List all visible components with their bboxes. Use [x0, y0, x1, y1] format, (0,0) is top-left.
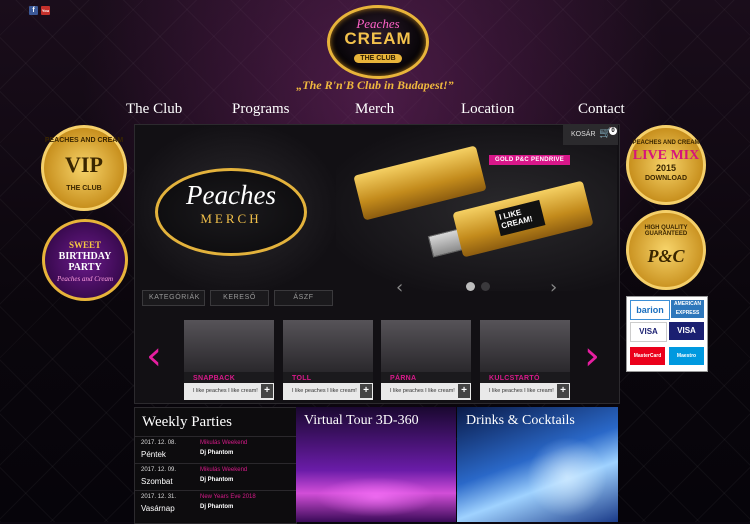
product-name: SNAPBACK	[193, 375, 236, 382]
live-mix-year: 2015	[655, 163, 677, 173]
live-mix-badge[interactable]: PEACHES AND CREAM LIVE MIX 2015 DOWNLOAD	[626, 125, 706, 205]
youtube-icon[interactable]: You	[41, 6, 50, 15]
event-date: 2017. 12. 08.	[141, 440, 177, 446]
slider-next-arrow[interactable]: ›	[550, 277, 557, 298]
vip-badge[interactable]: PEACHES AND CREAM VIP THE CLUB	[41, 125, 127, 211]
main-nav: The Club Programs Merch Location Contact	[0, 101, 750, 121]
merch-tabs: KATEGÓRIÁK KERESŐ ÁSZF	[142, 290, 333, 306]
product-card[interactable]: TOLL I like peaches I like cream! +	[283, 320, 373, 400]
carousel-next-arrow[interactable]: ›	[584, 336, 600, 376]
live-mix-top: PEACHES AND CREAM	[632, 140, 700, 146]
quality-top: HIGH QUALITY GUARANTEED	[644, 225, 688, 237]
event-day: Szombat	[141, 477, 173, 486]
cart-button[interactable]: KOSÁR 🛒 0	[563, 124, 618, 145]
vip-badge-top: PEACHES AND CREAM	[44, 137, 124, 144]
event-name[interactable]: Mikulás Weekend	[200, 467, 247, 473]
event-row[interactable]: 2017. 12. 08. Péntek Mikulás Weekend Dj …	[135, 436, 296, 463]
tour-title: Virtual Tour 3D-360	[304, 413, 419, 428]
product-name: PÁRNA	[390, 375, 417, 382]
quality-main: P&C	[647, 246, 685, 266]
add-to-cart-button[interactable]: +	[458, 384, 470, 398]
product-name: TOLL	[292, 375, 312, 382]
tab-terms[interactable]: ÁSZF	[274, 290, 333, 306]
vip-badge-bottom: THE CLUB	[66, 185, 102, 192]
nav-programs[interactable]: Programs	[232, 101, 290, 118]
nav-contact[interactable]: Contact	[578, 101, 625, 118]
payment-logos: barion AMERICAN EXPRESS VISA VISA Master…	[626, 296, 708, 372]
facebook-icon[interactable]: f	[29, 6, 38, 15]
drinks-panel[interactable]: Drinks & Cocktails	[457, 407, 618, 522]
add-to-cart-button[interactable]: +	[557, 384, 569, 398]
barion-logo: barion	[630, 300, 670, 320]
live-mix-bottom: DOWNLOAD	[645, 175, 687, 182]
event-date: 2017. 12. 31.	[141, 494, 177, 500]
weekly-title: Weekly Parties	[142, 414, 233, 430]
event-name[interactable]: New Years Eve 2018	[200, 494, 256, 500]
keychain-image	[480, 320, 570, 372]
birthday-party-badge[interactable]: SWEET BIRTHDAY PARTY Peaches and Cream	[42, 219, 128, 301]
product-card[interactable]: KULCSTARTÓ I like peaches I like cream! …	[480, 320, 570, 400]
nav-the-club[interactable]: The Club	[126, 101, 182, 118]
event-date: 2017. 12. 09.	[141, 467, 177, 473]
product-card[interactable]: SNAPBACK I like peaches I like cream! +	[184, 320, 274, 400]
product-tag: GOLD P&C PENDRIVE	[489, 155, 571, 165]
nav-location[interactable]: Location	[461, 101, 514, 118]
birthday-line1: SWEET	[68, 240, 101, 250]
nav-merch[interactable]: Merch	[355, 101, 394, 118]
event-dj: Dj Phantom	[200, 450, 234, 456]
slider-prev-arrow[interactable]: ‹	[396, 277, 403, 298]
logo-line2: CREAM	[344, 29, 412, 48]
social-links: f You	[29, 6, 50, 15]
snapback-image	[184, 320, 274, 372]
event-day: Péntek	[141, 450, 166, 459]
product-card[interactable]: PÁRNA I like peaches I like cream! +	[381, 320, 471, 400]
slider-dot[interactable]	[481, 282, 490, 291]
merch-logo-sub: MERCH	[200, 211, 262, 226]
visa-logo: VISA	[630, 322, 667, 342]
weekly-parties-panel: Weekly Parties 2017. 12. 08. Péntek Miku…	[134, 407, 297, 524]
add-to-cart-button[interactable]: +	[261, 384, 273, 398]
drinks-title: Drinks & Cocktails	[466, 413, 575, 428]
visa-electron-logo: VISA	[669, 322, 704, 340]
mastercard-logo: MasterCard	[630, 347, 665, 365]
tab-search[interactable]: KERESŐ	[210, 290, 269, 306]
tab-categories[interactable]: KATEGÓRIÁK	[142, 290, 205, 306]
pillow-image	[381, 320, 471, 372]
virtual-tour-panel[interactable]: Virtual Tour 3D-360	[296, 407, 456, 522]
logo-line3: THE CLUB	[354, 54, 402, 63]
live-mix-main: LIVE MIX	[632, 148, 700, 163]
vip-badge-main: VIP	[65, 152, 103, 177]
tagline: „The R'n'B Club in Budapest!”	[296, 78, 454, 92]
site-logo[interactable]: Peaches CREAM THE CLUB	[327, 5, 429, 79]
drinks-glow	[527, 437, 607, 517]
product-name: KULCSTARTÓ	[489, 375, 540, 382]
event-day: Vasárnap	[141, 504, 175, 513]
event-dj: Dj Phantom	[200, 477, 234, 483]
add-to-cart-button[interactable]: +	[360, 384, 372, 398]
cart-count: 0	[609, 127, 617, 135]
cart-label: KOSÁR	[571, 131, 596, 138]
quality-badge[interactable]: HIGH QUALITY GUARANTEED P&C	[626, 210, 706, 290]
merch-logo: Peaches MERCH	[155, 168, 307, 256]
event-row[interactable]: 2017. 12. 09. Szombat Mikulás Weekend Dj…	[135, 463, 296, 490]
carousel-prev-arrow[interactable]: ‹	[146, 336, 162, 376]
event-row[interactable]: 2017. 12. 31. Vasárnap New Years Eve 201…	[135, 490, 296, 517]
pen-image	[283, 320, 373, 372]
amex-logo: AMERICAN EXPRESS	[671, 300, 704, 318]
birthday-line2: BIRTHDAY PARTY	[58, 251, 112, 273]
merch-logo-title: Peaches	[186, 180, 276, 210]
maestro-logo: Maestro	[669, 347, 704, 365]
slider-dot-active[interactable]	[466, 282, 475, 291]
tour-glow	[316, 477, 436, 517]
birthday-line3: Peaches and Cream	[56, 275, 114, 283]
event-name[interactable]: Mikulás Weekend	[200, 440, 247, 446]
event-dj: Dj Phantom	[200, 504, 234, 510]
